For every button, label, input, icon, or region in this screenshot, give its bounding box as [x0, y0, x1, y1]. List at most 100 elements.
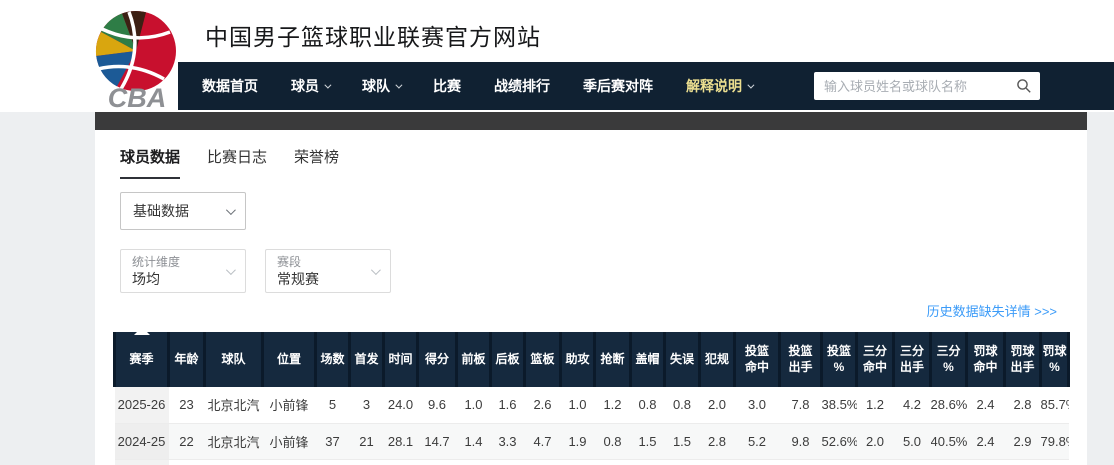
nav-item-label: 战绩排行: [494, 76, 550, 96]
tab-bar: 球员数据 比赛日志 荣誉榜: [120, 146, 339, 179]
table-cell: [631, 459, 665, 465]
dimension-select[interactable]: 统计维度 场均: [120, 249, 246, 293]
nav-item-label: 季后赛对阵: [583, 76, 653, 96]
table-cell: [457, 459, 491, 465]
column-header-22[interactable]: 罚球 命中: [967, 332, 1005, 387]
nav-item-2[interactable]: 球队: [362, 76, 400, 96]
table-cell: 23: [169, 387, 205, 423]
table-cell: [316, 459, 350, 465]
column-header-13[interactable]: 盖帽: [631, 332, 665, 387]
stage-label: 赛段: [277, 254, 364, 270]
table-cell: [1005, 459, 1041, 465]
chevron-down-icon: [395, 81, 402, 88]
stage-value: 常规赛: [277, 270, 364, 288]
column-header-16[interactable]: 投篮 命中: [735, 332, 780, 387]
nav-item-4[interactable]: 战绩排行: [494, 76, 550, 96]
table-cell: [169, 459, 205, 465]
tab-honors[interactable]: 荣誉榜: [294, 146, 339, 179]
nav-item-3[interactable]: 比赛: [433, 76, 461, 96]
column-header-1[interactable]: 年龄: [169, 332, 205, 387]
table-cell: [857, 459, 894, 465]
column-header-18[interactable]: 投篮 %: [822, 332, 857, 387]
table-cell: [894, 459, 931, 465]
table-cell: 22: [169, 423, 205, 459]
column-header-14[interactable]: 失误: [665, 332, 700, 387]
cba-logo[interactable]: CBA: [90, 5, 184, 111]
nav-item-5[interactable]: 季后赛对阵: [583, 76, 653, 96]
column-header-21[interactable]: 三分 %: [931, 332, 967, 387]
table-cell: 9.8: [780, 423, 822, 459]
table-cell: [384, 459, 418, 465]
nav-items: 数据首页 球员 球队 比赛 战绩排行 季后赛对阵 解释说明: [178, 76, 752, 96]
table-cell: 2.0: [857, 423, 894, 459]
column-header-23[interactable]: 罚球 出手: [1005, 332, 1041, 387]
chevron-down-icon: [747, 81, 754, 88]
column-header-5[interactable]: 首发: [350, 332, 384, 387]
table-cell: [263, 459, 316, 465]
table-cell: 5.2: [735, 423, 780, 459]
table-cell: 2.8: [1005, 387, 1041, 423]
column-header-7[interactable]: 得分: [418, 332, 457, 387]
table-cell: 0.8: [631, 387, 665, 423]
nav-item-0[interactable]: 数据首页: [202, 76, 258, 96]
column-header-24[interactable]: 罚球 %: [1041, 332, 1069, 387]
column-header-8[interactable]: 前板: [457, 332, 491, 387]
nav-item-1[interactable]: 球员: [291, 76, 329, 96]
column-header-2[interactable]: 球队: [205, 332, 263, 387]
dimension-label: 统计维度: [132, 254, 219, 270]
column-header-3[interactable]: 位置: [263, 332, 316, 387]
table-cell: [595, 459, 631, 465]
table-cell: [700, 459, 735, 465]
column-header-4[interactable]: 场数: [316, 332, 350, 387]
table-cell: 1.5: [665, 423, 700, 459]
column-header-9[interactable]: 后板: [491, 332, 525, 387]
table-cell: 24.0: [384, 387, 418, 423]
cba-basketball-icon: CBA: [90, 5, 184, 111]
category-select[interactable]: 基础数据: [120, 192, 246, 230]
table-header-row: 赛季年龄球队位置场数首发时间得分前板后板篮板助攻抢断盖帽失误犯规投篮 命中投篮 …: [115, 332, 1069, 387]
table-cell: 2.8: [700, 423, 735, 459]
main-navbar: 数据首页 球员 球队 比赛 战绩排行 季后赛对阵 解释说明: [178, 62, 1114, 110]
column-header-15[interactable]: 犯规: [700, 332, 735, 387]
table-cell: [491, 459, 525, 465]
table-row-0: 2025-2623北京北汽小前锋5324.09.61.01.62.61.01.2…: [115, 387, 1069, 423]
table-cell: 2.6: [525, 387, 561, 423]
cba-logo-text: CBA: [108, 83, 167, 111]
table-cell: 1.6: [491, 387, 525, 423]
column-header-20[interactable]: 三分 出手: [894, 332, 931, 387]
table-cell: 1.2: [857, 387, 894, 423]
table-cell: 2.9: [1005, 423, 1041, 459]
table-cell: 1.0: [561, 387, 595, 423]
column-header-17[interactable]: 投篮 出手: [780, 332, 822, 387]
table-cell: 小前锋: [263, 423, 316, 459]
search-icon[interactable]: [1016, 78, 1032, 94]
stats-table-wrap: 赛季年龄球队位置场数首发时间得分前板后板篮板助攻抢断盖帽失误犯规投篮 命中投篮 …: [113, 327, 1071, 465]
table-cell: 37: [316, 423, 350, 459]
table-cell: 2.4: [967, 423, 1005, 459]
tab-player-data[interactable]: 球员数据: [120, 146, 180, 179]
table-cell: [350, 459, 384, 465]
nav-item-label: 球员: [291, 76, 319, 96]
table-cell: 7.8: [780, 387, 822, 423]
column-header-11[interactable]: 助攻: [561, 332, 595, 387]
column-header-19[interactable]: 三分 命中: [857, 332, 894, 387]
search-box: [814, 72, 1040, 100]
history-missing-data-link[interactable]: 历史数据缺失详情 >>>: [927, 301, 1057, 320]
table-cell: 2.4: [967, 387, 1005, 423]
table-cell: 1.4: [457, 423, 491, 459]
table-cell: [735, 459, 780, 465]
column-header-6[interactable]: 时间: [384, 332, 418, 387]
stage-select[interactable]: 赛段 常规赛: [265, 249, 391, 293]
column-header-12[interactable]: 抢断: [595, 332, 631, 387]
chevron-down-icon: [371, 265, 381, 275]
table-cell: [418, 459, 457, 465]
table-cell: 北京北汽: [205, 423, 263, 459]
column-header-10[interactable]: 篮板: [525, 332, 561, 387]
divider-strip: [95, 112, 1087, 130]
column-header-0[interactable]: 赛季: [115, 332, 169, 387]
filter-row: 统计维度 场均 赛段 常规赛: [120, 249, 391, 293]
nav-item-6[interactable]: 解释说明: [686, 76, 752, 96]
search-input[interactable]: [824, 79, 1016, 94]
tab-game-log[interactable]: 比赛日志: [207, 146, 267, 179]
table-cell: [1041, 459, 1069, 465]
